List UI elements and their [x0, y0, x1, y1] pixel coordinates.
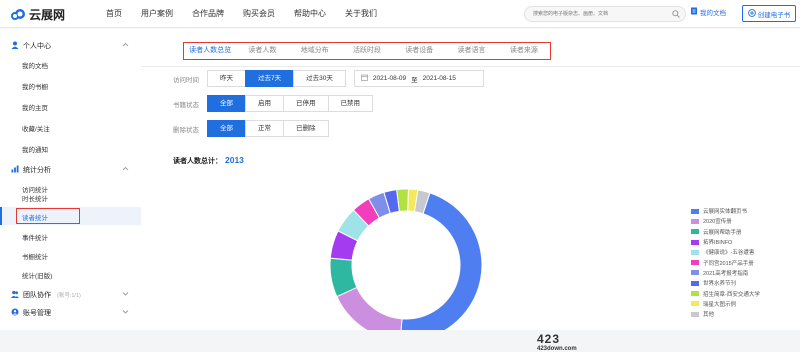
- legend-label: 2021高考报考指南: [703, 270, 749, 277]
- legend-swatch: [691, 270, 699, 276]
- legend-item[interactable]: 子同宫2015产品手册: [691, 257, 760, 267]
- legend-label: 子同宫2015产品手册: [703, 260, 754, 267]
- sidebar-item-bookshelf-stats[interactable]: 书橱统计: [22, 251, 48, 261]
- legend-item[interactable]: 其他: [691, 309, 760, 319]
- sidebar-group-label: 账号管理: [23, 310, 51, 317]
- legend-label: 拓界IBINFO: [703, 240, 733, 247]
- legend-item[interactable]: 2020宣传册: [691, 216, 760, 226]
- nav-cases[interactable]: 用户案例: [141, 8, 173, 19]
- plus-circle-icon: [747, 8, 756, 19]
- legend-item[interactable]: 《健康说》-五谷遭害: [691, 247, 760, 257]
- watermark: 423 423down.com: [537, 332, 577, 352]
- chevron-up-icon[interactable]: [122, 42, 129, 49]
- sidebar: 个人中心 我的文档 我的书橱 我的主页 收藏/关注 我的通知 统计分析 访问统计…: [0, 29, 141, 330]
- donut-slice[interactable]: [400, 192, 483, 330]
- highlight-box: [16, 208, 80, 224]
- legend-label: 世界水养节刊: [703, 281, 737, 288]
- top-nav: 首页 用户案例 合作品牌 购买会员 帮助中心 关于我们: [106, 8, 377, 19]
- donut-slice[interactable]: [336, 286, 403, 330]
- legend-item[interactable]: 云展网帮助手册: [691, 227, 760, 237]
- sidebar-group-account[interactable]: 账号管理: [11, 308, 136, 318]
- legend-swatch: [691, 249, 699, 255]
- legend-item[interactable]: 招生简章-西安交通大学: [691, 288, 760, 298]
- legend-swatch: [691, 208, 699, 214]
- my-documents-button[interactable]: 我的文档: [690, 7, 726, 17]
- sidebar-item-my-documents[interactable]: 我的文档: [22, 60, 48, 70]
- chart-legend: 云展网实体翻页书 2020宣传册云展网帮助手册 拓界IBINFO 《健康说》-五谷遭害…: [691, 206, 760, 319]
- legend-label: 招生简章-西安交通大学: [703, 291, 760, 298]
- nav-brands[interactable]: 合作品牌: [192, 8, 224, 19]
- sidebar-item-notifications[interactable]: 我的通知: [22, 144, 48, 154]
- legend-swatch: [691, 280, 699, 286]
- legend-item[interactable]: 2021高考报考指南: [691, 268, 760, 278]
- logo-text: 云展网: [29, 8, 66, 22]
- sidebar-group-analytics[interactable]: 统计分析: [11, 165, 136, 175]
- user-icon: [11, 41, 19, 51]
- legend-item[interactable]: 世界水养节刊: [691, 278, 760, 288]
- legend-label: 其他: [703, 312, 715, 319]
- create-ebook-button[interactable]: 创建电子书: [742, 5, 796, 22]
- search-input[interactable]: [525, 7, 665, 21]
- legend-swatch: [691, 301, 699, 307]
- legend-label: 《健康说》-五谷遭害: [703, 250, 755, 257]
- logo[interactable]: 云展网: [10, 6, 65, 23]
- sidebar-item-event-stats[interactable]: 事件统计: [22, 232, 48, 242]
- sidebar-group-personal[interactable]: 个人中心: [11, 41, 136, 51]
- legend-item[interactable]: 拓界IBINFO: [691, 237, 760, 247]
- team-account-count: (账号:1/1): [57, 293, 81, 299]
- search-box: [524, 6, 686, 22]
- chart-icon: [11, 165, 19, 175]
- sidebar-group-label: 团队协作: [23, 292, 51, 299]
- watermark-line1: 423: [537, 332, 561, 346]
- my-documents-label: 我的文档: [700, 10, 726, 17]
- account-icon: [11, 308, 19, 318]
- sidebar-item-favorites[interactable]: 收藏/关注: [22, 123, 50, 133]
- legend-swatch: [691, 260, 699, 266]
- nav-help[interactable]: 帮助中心: [294, 8, 326, 19]
- legend-label: 瑞星大图示例: [703, 301, 737, 308]
- sidebar-item-my-bookshelf[interactable]: 我的书橱: [22, 81, 48, 91]
- cloud-logo-icon: [10, 8, 26, 21]
- legend-label: 2020宣传册: [703, 219, 732, 226]
- top-header: 云展网 首页 用户案例 合作品牌 购买会员 帮助中心 关于我们 我的文档 创建电…: [0, 0, 800, 28]
- sidebar-group-label: 个人中心: [23, 43, 51, 50]
- sidebar-group-label: 统计分析: [23, 167, 51, 174]
- nav-membership[interactable]: 购买会员: [243, 8, 275, 19]
- nav-home[interactable]: 首页: [106, 8, 122, 19]
- chevron-up-icon[interactable]: [122, 166, 129, 173]
- sidebar-item-legacy-stats[interactable]: 统计(旧版): [22, 270, 52, 280]
- nav-about[interactable]: 关于我们: [345, 8, 377, 19]
- document-icon: [690, 7, 698, 17]
- search-icon[interactable]: [672, 10, 680, 20]
- sidebar-item-duration-stats[interactable]: 时长统计: [22, 193, 48, 203]
- watermark-line2: 423down.com: [537, 346, 577, 352]
- legend-swatch: [691, 291, 699, 297]
- legend-label: 云展网帮助手册: [703, 229, 742, 236]
- sidebar-item-my-homepage[interactable]: 我的主页: [22, 102, 48, 112]
- team-icon: [11, 290, 19, 300]
- legend-label: 云展网实体翻页书: [703, 209, 748, 216]
- main-content: 读者人数总览 读者人数 地域分布 活跃时段 读者设备 读者语言 读者来源 访问时…: [141, 29, 800, 352]
- legend-swatch: [691, 239, 699, 245]
- legend-swatch: [691, 229, 699, 235]
- chevron-down-icon[interactable]: [122, 309, 129, 316]
- sidebar-active-indicator: [0, 207, 2, 225]
- sidebar-group-team[interactable]: 团队协作 (账号:1/1): [11, 290, 136, 300]
- legend-swatch: [691, 218, 699, 224]
- create-ebook-label: 创建电子书: [757, 11, 791, 19]
- legend-item[interactable]: 云展网实体翻页书: [691, 206, 760, 216]
- chevron-down-icon[interactable]: [122, 291, 129, 298]
- legend-swatch: [691, 311, 699, 317]
- legend-item[interactable]: 瑞星大图示例: [691, 299, 760, 309]
